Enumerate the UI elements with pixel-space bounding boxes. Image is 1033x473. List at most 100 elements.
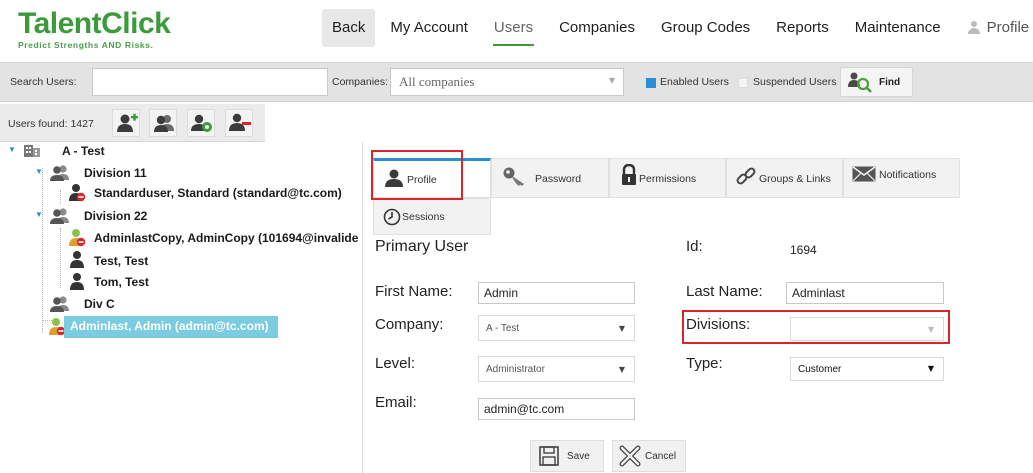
add-user-icon [117, 113, 138, 132]
search-bar: Search Users: Companies: All companies ▼… [0, 62, 1033, 102]
tab-groups-links-label: Groups & Links [759, 173, 831, 185]
email-label: Email: [375, 394, 417, 411]
profile-menu-label: Profile [986, 19, 1030, 36]
tab-notifications[interactable]: Notifications [843, 158, 960, 198]
save-button-label: Save [567, 451, 590, 462]
find-button[interactable]: Find [840, 67, 913, 97]
dropdown-arrow-icon: ▼ [927, 364, 934, 373]
level-select-value: Administrator [486, 364, 545, 375]
user-icon [70, 251, 84, 268]
suspended-users-checkbox[interactable] [738, 78, 748, 88]
tab-permissions-label: Permissions [639, 173, 697, 185]
company-label: Company: [375, 316, 444, 333]
back-button[interactable]: Back [322, 9, 376, 47]
user-settings-button[interactable] [187, 109, 215, 137]
tab-permissions[interactable]: Permissions [609, 158, 726, 198]
company-select[interactable]: A - Test ▼ [478, 315, 635, 341]
tree-user-label: Tom, Test [94, 275, 149, 289]
remove-user-icon [229, 113, 251, 131]
dropdown-arrow-icon: ▼ [608, 76, 615, 85]
first-name-field[interactable]: Admin [478, 282, 635, 304]
nav-my-account[interactable]: My Account [377, 9, 481, 47]
profile-menu[interactable]: Profile ▼ [954, 9, 1033, 47]
tab-sessions-label: Sessions [402, 211, 445, 223]
nav-group-codes[interactable]: Group Codes [648, 9, 763, 47]
email-field[interactable]: admin@tc.com [478, 398, 635, 420]
key-icon [503, 167, 524, 186]
clock-icon [383, 208, 401, 226]
highlight-box-profile-tab [371, 150, 463, 200]
company-building-icon [24, 145, 40, 157]
nav-users[interactable]: Users [481, 9, 546, 47]
collapse-arrow-icon[interactable]: ▼ [35, 167, 43, 176]
link-icon [736, 167, 756, 185]
search-users-input[interactable] [92, 68, 328, 96]
type-label: Type: [686, 355, 723, 372]
app-header: TalentClick Predict Strengths AND Risks.… [0, 0, 1033, 58]
add-user-button[interactable] [112, 109, 140, 137]
cancel-button-label: Cancel [645, 451, 677, 462]
main-nav: Back My Account Users Companies Group Co… [322, 9, 1033, 47]
tree-user-label: AdminlastCopy, AdminCopy (101694@invalid… [94, 231, 359, 245]
users-group-icon [154, 115, 174, 132]
company-select-value: A - Test [486, 323, 520, 334]
id-label: Id: [686, 238, 703, 255]
profile-avatar-icon [967, 21, 981, 35]
users-found-count: Users found: 1427 [8, 118, 94, 130]
talentclick-logo[interactable]: TalentClick Predict Strengths AND Risks. [18, 7, 171, 51]
tab-notifications-label: Notifications [879, 169, 937, 181]
tab-sessions[interactable]: Sessions [373, 198, 491, 235]
companies-label: Companies: [332, 76, 389, 88]
division-group-icon [50, 165, 69, 181]
search-users-label: Search Users: [10, 76, 77, 88]
dropdown-arrow-icon: ▼ [618, 324, 625, 333]
tree-division-label: Div C [84, 297, 115, 311]
tree-user-label: Test, Test [94, 254, 149, 268]
nav-maintenance[interactable]: Maintenance [842, 9, 954, 47]
panel-divider [362, 142, 363, 473]
user-settings-icon [191, 114, 212, 132]
enabled-users-checkbox[interactable] [646, 78, 656, 88]
user-icon [70, 273, 84, 290]
collapse-arrow-icon[interactable]: ▼ [35, 210, 43, 219]
users-toolbar: Users found: 1427 [0, 104, 265, 142]
section-title: Primary User [375, 238, 469, 255]
companies-select-value: All companies [399, 74, 475, 89]
division-group-icon [50, 296, 69, 312]
users-group-button[interactable] [149, 109, 177, 137]
cancel-button[interactable]: Cancel [612, 440, 686, 472]
last-name-field[interactable]: Adminlast [786, 282, 944, 304]
nav-reports[interactable]: Reports [763, 9, 842, 47]
user-tree: ▼ A - Test ▼ Division 11 Standarduser, S… [0, 142, 362, 473]
tab-password-label: Password [535, 173, 582, 185]
tree-connector [60, 190, 61, 204]
type-select-value: Customer [798, 364, 842, 375]
save-button[interactable]: Save [530, 440, 604, 472]
last-name-label: Last Name: [686, 283, 763, 300]
level-label: Level: [375, 355, 416, 372]
find-users-icon [848, 72, 872, 93]
nav-companies[interactable]: Companies [546, 9, 648, 47]
division-group-icon [50, 208, 69, 224]
first-name-label: First Name: [375, 283, 453, 300]
level-select[interactable]: Administrator ▼ [478, 356, 635, 382]
tree-connector [60, 228, 61, 288]
user-id-value: 1694 [790, 243, 817, 257]
suspended-users-label: Suspended Users [753, 76, 837, 88]
cancel-x-icon [619, 445, 641, 467]
enabled-users-label: Enabled Users [660, 76, 729, 88]
collapse-arrow-icon[interactable]: ▼ [8, 145, 16, 154]
user-admin-suspended-icon [69, 229, 86, 247]
type-select[interactable]: Customer ▼ [790, 357, 944, 381]
tree-division-label: Division 22 [84, 209, 148, 223]
logo-tagline: Predict Strengths AND Risks. [18, 40, 154, 50]
tree-selected-user-label: Adminlast, Admin (admin@tc.com) [64, 316, 278, 338]
companies-select[interactable]: All companies ▼ [390, 68, 624, 96]
tree-division-label: Division 11 [84, 166, 147, 180]
remove-user-button[interactable] [225, 109, 253, 137]
find-button-label: Find [879, 76, 901, 88]
tab-groups-links[interactable]: Groups & Links [726, 158, 843, 198]
logo-wordmark: TalentClick [18, 7, 171, 40]
envelope-icon [852, 166, 876, 182]
tab-password[interactable]: Password [491, 158, 609, 198]
